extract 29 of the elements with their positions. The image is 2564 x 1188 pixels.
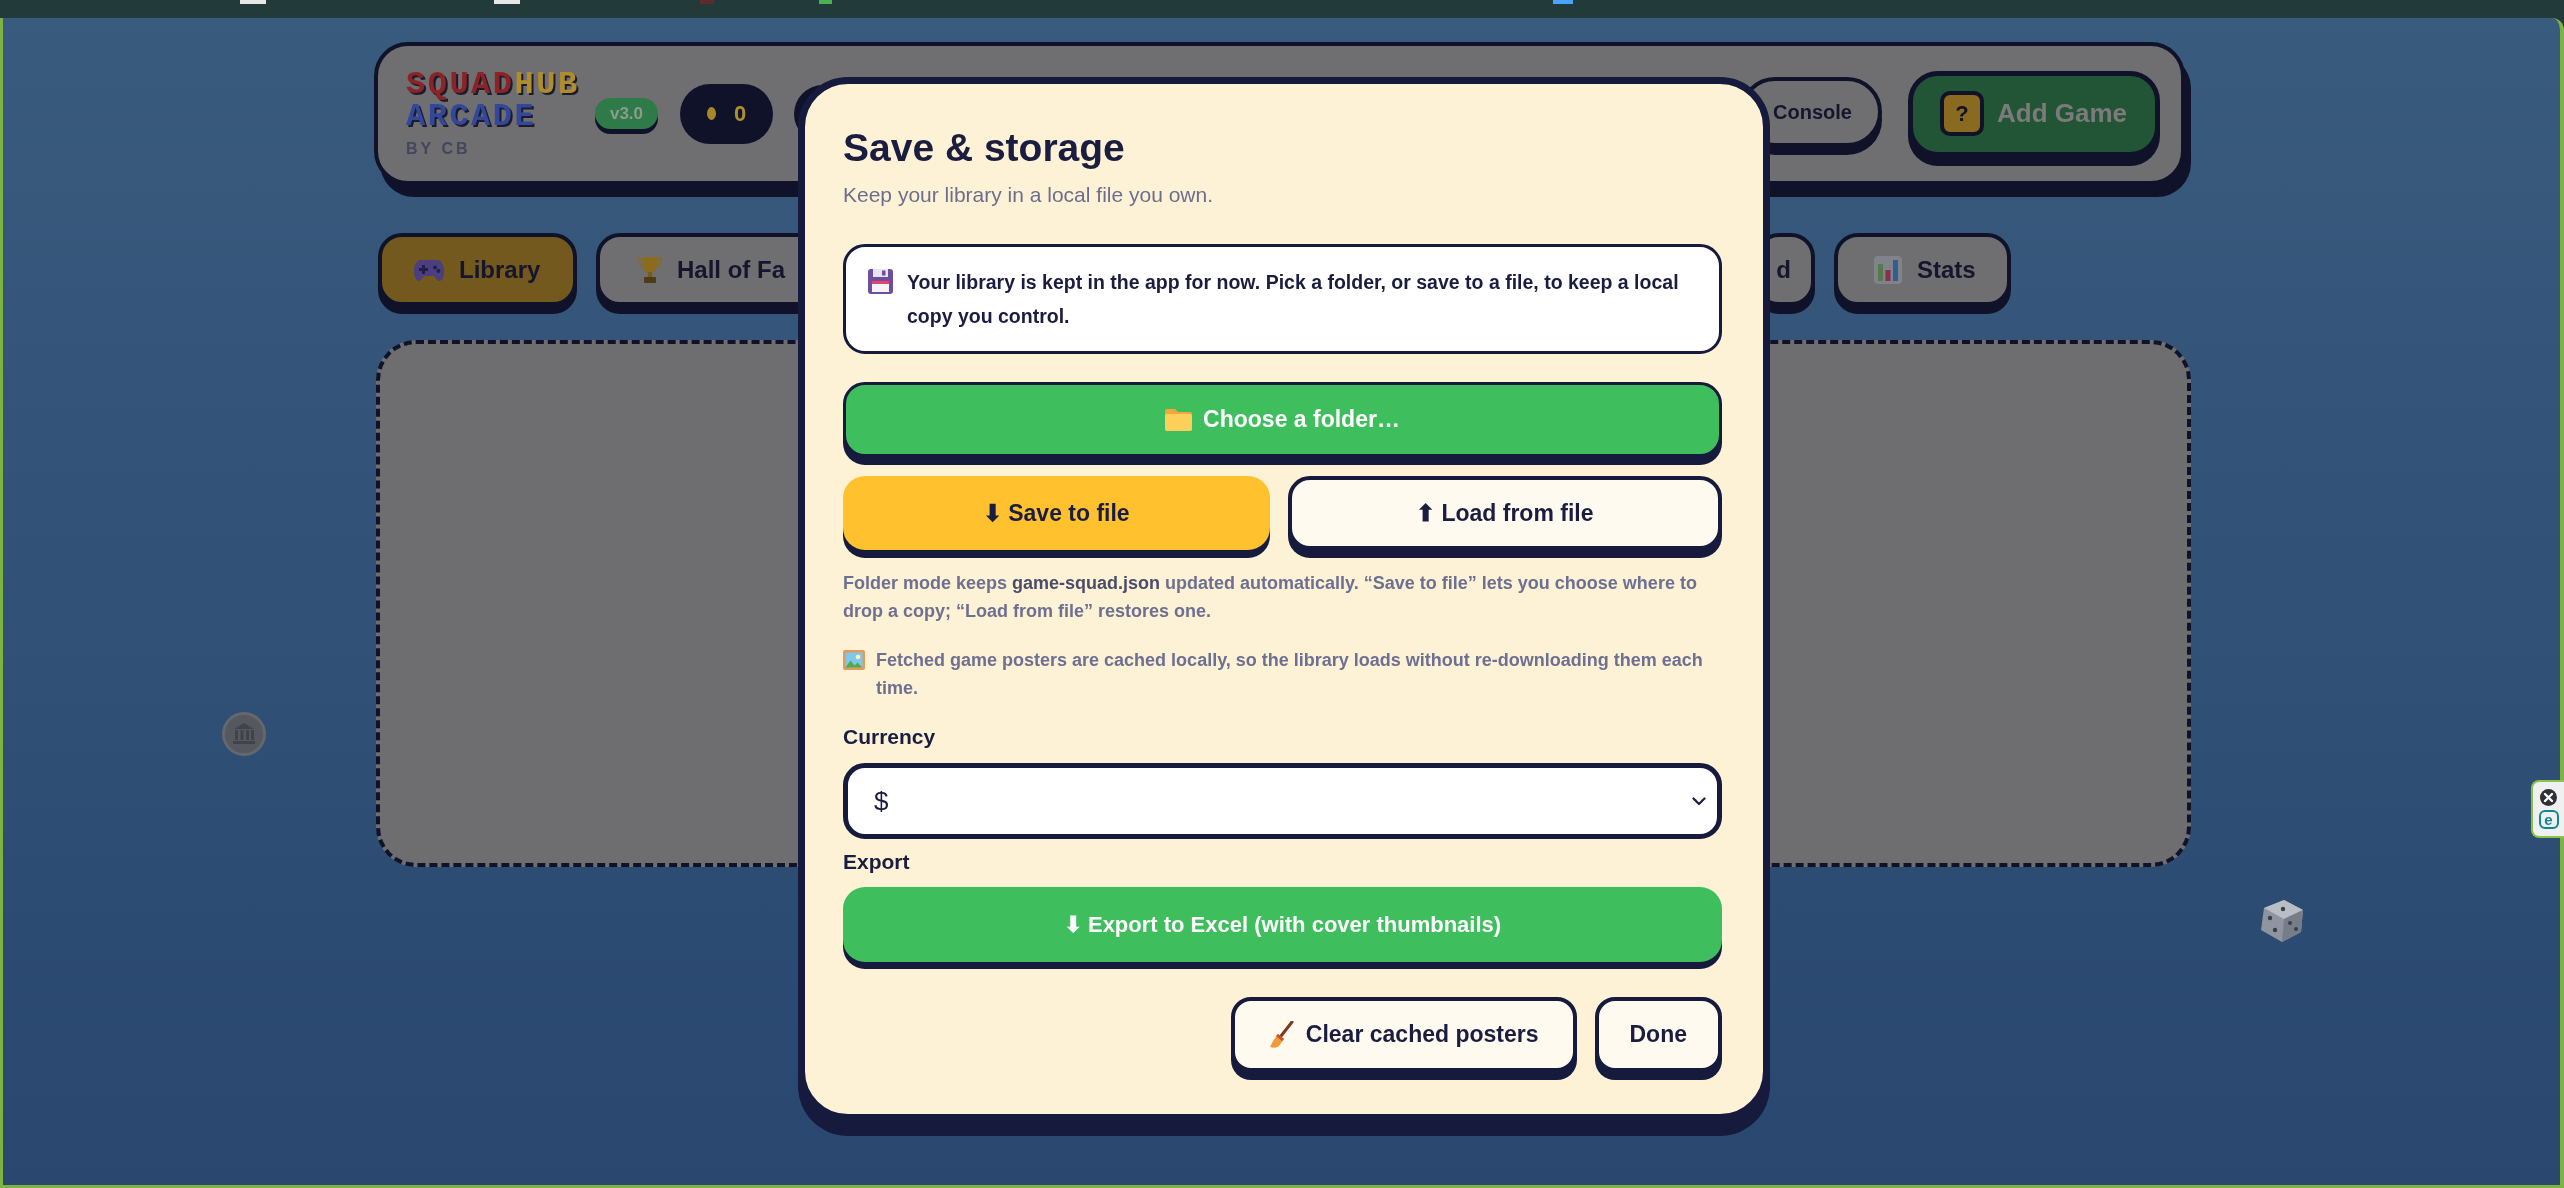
broom-icon bbox=[1268, 1021, 1294, 1048]
chevron-down-icon bbox=[1692, 796, 1706, 806]
trophy-icon bbox=[638, 255, 662, 284]
dialog-title: Save & storage bbox=[843, 125, 1125, 171]
notice-text: Your library is kept in the app for now. Pick a folder, or save to a file, to keep a local copy you control. bbox=[907, 270, 1680, 329]
gamepad-icon bbox=[414, 258, 444, 281]
coin-count: 0 bbox=[733, 100, 747, 128]
currency-select[interactable]: $ bbox=[843, 763, 1722, 839]
note-text: Folder mode keeps game-squad.json updated automatically. “Save to file” lets you choose where to drop a copy; “Load from file” restores one. bbox=[843, 572, 1698, 623]
bar-chart-icon bbox=[1874, 255, 1902, 284]
extension-logo[interactable]: e bbox=[2538, 810, 2559, 829]
export-label: Export bbox=[843, 849, 910, 875]
app-icon[interactable] bbox=[700, 0, 714, 4]
app-icon[interactable] bbox=[1553, 0, 1573, 4]
logo-subtitle: ARCADE bbox=[406, 101, 537, 133]
dialog-subtitle: Keep your library in a local file you own. bbox=[843, 182, 1214, 208]
app-icon[interactable] bbox=[819, 0, 832, 4]
question-block: ? bbox=[1940, 91, 1984, 136]
coin-icon bbox=[706, 107, 716, 120]
app-icon[interactable] bbox=[240, 0, 266, 4]
logo-title: SQUADHUB bbox=[406, 69, 580, 101]
close-icon[interactable] bbox=[2540, 789, 2557, 806]
bank-icon[interactable] bbox=[222, 712, 266, 756]
app-icon[interactable] bbox=[494, 0, 520, 4]
folder-icon bbox=[1165, 408, 1193, 431]
picture-icon bbox=[843, 650, 865, 670]
currency-label: Currency bbox=[843, 724, 936, 750]
note-text: Fetched game posters are cached locally, so the library loads without re-downloading them each time. bbox=[876, 649, 1704, 700]
dice-icon[interactable] bbox=[2258, 898, 2305, 943]
